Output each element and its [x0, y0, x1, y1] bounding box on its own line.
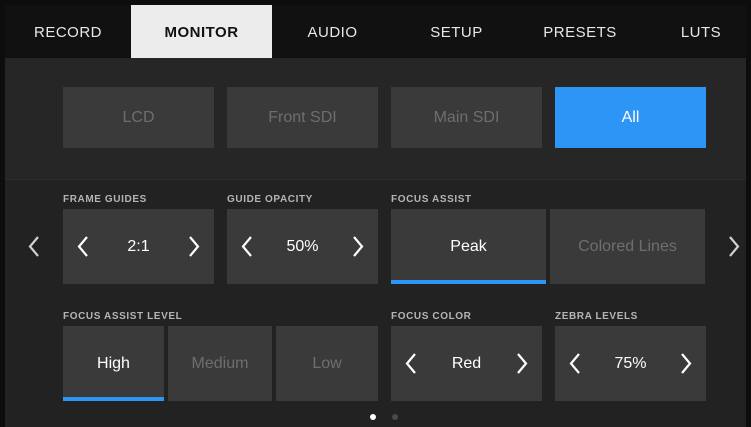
focus-level-high-option[interactable]: High	[63, 326, 164, 401]
chevron-right-icon	[353, 236, 364, 257]
previous-page-arrow[interactable]	[21, 209, 47, 284]
focus-assist-peak-option[interactable]: Peak	[391, 209, 546, 284]
source-front-sdi-button[interactable]: Front SDI	[227, 87, 378, 148]
guide-opacity-label: GUIDE OPACITY	[227, 194, 313, 205]
chevron-left-icon	[77, 236, 88, 257]
focus-color-selector: Red	[391, 326, 542, 401]
chevron-left-icon	[28, 236, 39, 257]
chevron-left-icon	[241, 236, 252, 257]
chevron-right-icon	[729, 236, 740, 257]
tab-luts[interactable]: LUTS	[656, 5, 746, 58]
tab-monitor[interactable]: MONITOR	[131, 5, 272, 58]
chevron-right-icon	[517, 353, 528, 374]
frame-guides-decrement[interactable]	[63, 209, 103, 284]
page-dot-1[interactable]	[370, 414, 376, 420]
selected-indicator	[63, 397, 164, 401]
zebra-levels-label: ZEBRA LEVELS	[555, 311, 638, 322]
focus-assist-label: FOCUS ASSIST	[391, 194, 472, 205]
tab-bar: RECORD MONITOR AUDIO SETUP PRESETS LUTS	[5, 5, 746, 58]
monitor-screen: RECORD MONITOR AUDIO SETUP PRESETS LUTS …	[5, 5, 746, 427]
focus-level-medium-text: Medium	[191, 355, 249, 372]
frame-guides-selector: 2:1	[63, 209, 214, 284]
focus-level-high-text: High	[97, 355, 130, 372]
frame-guides-increment[interactable]	[174, 209, 214, 284]
source-main-sdi-button[interactable]: Main SDI	[391, 87, 542, 148]
frame-guides-label: FRAME GUIDES	[63, 194, 147, 205]
focus-assist-colored-lines-text: Colored Lines	[578, 238, 677, 255]
zebra-levels-selector: 75%	[555, 326, 706, 401]
chevron-right-icon	[189, 236, 200, 257]
zebra-levels-increment[interactable]	[666, 326, 706, 401]
page-dot-2[interactable]	[392, 414, 398, 420]
selected-indicator	[391, 280, 546, 284]
focus-level-low-option[interactable]: Low	[276, 326, 378, 401]
chevron-left-icon	[405, 353, 416, 374]
tab-audio[interactable]: AUDIO	[272, 5, 393, 58]
focus-color-label: FOCUS COLOR	[391, 311, 472, 322]
tab-setup[interactable]: SETUP	[393, 5, 520, 58]
source-lcd-button[interactable]: LCD	[63, 87, 214, 148]
source-all-button[interactable]: All	[555, 87, 706, 148]
focus-color-increment[interactable]	[502, 326, 542, 401]
focus-assist-level-label: FOCUS ASSIST LEVEL	[63, 311, 183, 322]
focus-assist-peak-text: Peak	[450, 238, 487, 255]
chevron-left-icon	[569, 353, 580, 374]
next-page-arrow[interactable]	[721, 209, 746, 284]
focus-level-medium-option[interactable]: Medium	[168, 326, 272, 401]
focus-assist-colored-lines-option[interactable]: Colored Lines	[550, 209, 705, 284]
chevron-right-icon	[681, 353, 692, 374]
tab-presets[interactable]: PRESETS	[520, 5, 640, 58]
zebra-levels-decrement[interactable]	[555, 326, 595, 401]
guide-opacity-increment[interactable]	[338, 209, 378, 284]
focus-level-low-text: Low	[312, 355, 342, 372]
tab-record[interactable]: RECORD	[5, 5, 131, 58]
guide-opacity-selector: 50%	[227, 209, 378, 284]
guide-opacity-decrement[interactable]	[227, 209, 267, 284]
focus-color-decrement[interactable]	[391, 326, 431, 401]
